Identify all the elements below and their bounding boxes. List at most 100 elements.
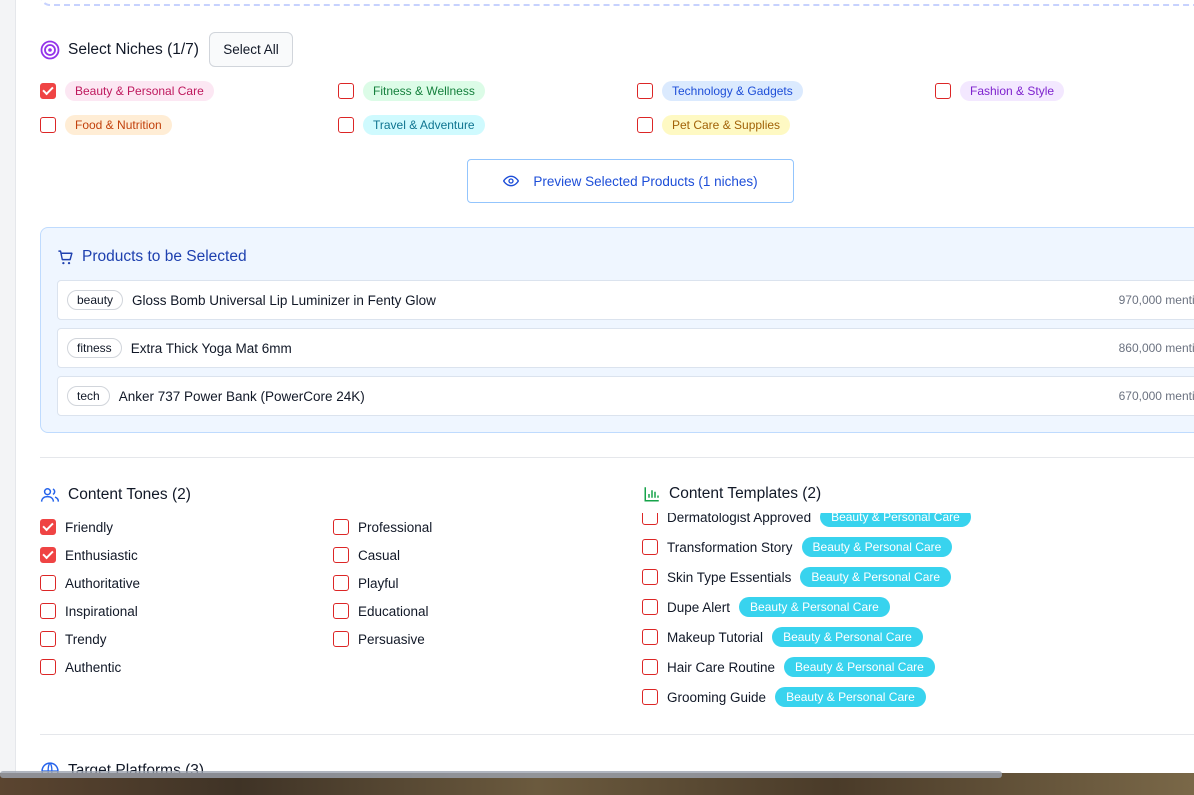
checkbox[interactable] <box>642 569 658 585</box>
tone-label: Persuasive <box>358 631 425 647</box>
template-label: Grooming Guide <box>667 689 767 705</box>
template-niche-badge: Beauty & Personal Care <box>784 657 935 677</box>
preview-products-button[interactable]: Preview Selected Products (1 niches) <box>467 159 794 203</box>
checkbox[interactable] <box>333 519 349 535</box>
template-option[interactable]: Dupe Alert Beauty & Personal Care <box>642 597 890 617</box>
niche-option[interactable]: Travel & Adventure <box>338 115 485 135</box>
niche-option[interactable]: Beauty & Personal Care <box>40 81 214 101</box>
tones-header: Content Tones (2) <box>40 485 191 505</box>
product-tag: beauty <box>67 290 124 310</box>
checkbox[interactable] <box>642 513 658 525</box>
users-icon <box>40 488 60 502</box>
checkbox-checked[interactable] <box>40 83 56 99</box>
tone-label: Casual <box>358 547 401 563</box>
template-label: Skin Type Essentials <box>667 569 792 585</box>
niche-option[interactable]: Fitness & Wellness <box>338 81 485 101</box>
template-niche-badge: Beauty & Personal Care <box>800 567 952 587</box>
checkbox[interactable] <box>40 117 56 133</box>
checkbox[interactable] <box>333 575 349 591</box>
template-option[interactable]: Hair Care Routine Beauty & Personal Care <box>642 657 935 677</box>
checkbox[interactable] <box>333 547 349 563</box>
checkbox[interactable] <box>637 117 653 133</box>
template-niche-badge: Beauty & Personal Care <box>772 627 923 647</box>
template-option[interactable]: Transformation Story Beauty & Personal Ca… <box>642 537 953 557</box>
select-all-button[interactable]: Select All <box>209 32 293 67</box>
tone-option[interactable]: Trendy <box>40 631 107 647</box>
niche-label: Fitness & Wellness <box>363 81 485 101</box>
checkbox[interactable] <box>40 575 56 591</box>
template-niche-badge: Beauty & Personal Care <box>739 597 890 617</box>
template-niche-badge: Beauty & Personal Care <box>775 687 926 707</box>
tone-option[interactable]: Educational <box>333 603 429 619</box>
checkbox[interactable] <box>642 689 658 705</box>
product-row: beauty Gloss Bomb Universal Lip Luminizer… <box>57 280 1194 320</box>
niche-label: Fashion & Style <box>960 81 1065 101</box>
checkbox[interactable] <box>338 117 354 133</box>
tone-option[interactable]: Inspirational <box>40 603 138 619</box>
niche-option[interactable]: Pet Care & Supplies <box>637 115 791 135</box>
checkbox-checked[interactable] <box>40 547 56 563</box>
niche-option[interactable]: Technology & Gadgets <box>637 81 803 101</box>
product-name: Gloss Bomb Universal Lip Luminizer in Fe… <box>132 292 436 308</box>
checkbox[interactable] <box>338 83 354 99</box>
checkbox-checked[interactable] <box>40 519 56 535</box>
cart-icon <box>58 249 73 264</box>
tone-option[interactable]: Friendly <box>40 519 113 535</box>
eye-icon <box>503 175 520 187</box>
template-option[interactable]: Makeup Tutorial Beauty & Personal Care <box>642 627 923 647</box>
tone-option[interactable]: Enthusiastic <box>40 547 138 563</box>
tone-label: Authentic <box>65 659 122 675</box>
checkbox[interactable] <box>333 631 349 647</box>
template-label: Dupe Alert <box>667 599 731 615</box>
tone-option[interactable]: Persuasive <box>333 631 425 647</box>
checkbox[interactable] <box>642 659 658 675</box>
checkbox[interactable] <box>637 83 653 99</box>
template-label: Hair Care Routine <box>667 659 776 675</box>
upload-dropzone-edge <box>40 0 1194 6</box>
products-header: Products to be Selected <box>57 248 247 266</box>
product-name: Extra Thick Yoga Mat 6mm <box>130 340 292 356</box>
templates-title: Content Templates (2) <box>669 485 822 502</box>
product-tag: tech <box>67 386 110 406</box>
tone-label: Professional <box>358 519 433 535</box>
niche-label: Beauty & Personal Care <box>65 81 214 101</box>
products-panel: Products to be Selected beauty Gloss Bomb… <box>40 227 1194 433</box>
checkbox[interactable] <box>40 631 56 647</box>
templates-scroll-area[interactable]: Dermatologist Approved Beauty & Personal … <box>636 513 1194 718</box>
horizontal-scrollbar[interactable] <box>0 771 1002 778</box>
product-row: fitness Extra Thick Yoga Mat 6mm 860,000 m… <box>57 328 1194 368</box>
template-option[interactable]: Dermatologist Approved Beauty & Personal … <box>642 513 971 527</box>
tone-label: Playful <box>358 575 399 591</box>
checkbox[interactable] <box>642 599 658 615</box>
tone-option[interactable]: Professional <box>333 519 432 535</box>
tone-label: Trendy <box>65 631 107 647</box>
tones-title: Content Tones (2) <box>68 486 191 503</box>
tone-option[interactable]: Casual <box>333 547 400 563</box>
product-mentions: 670,000 mentions <box>1118 389 1194 403</box>
tone-option[interactable]: Authentic <box>40 659 121 675</box>
template-label: Transformation Story <box>667 539 793 555</box>
checkbox[interactable] <box>40 603 56 619</box>
checkbox[interactable] <box>642 539 658 555</box>
product-name: Anker 737 Power Bank (PowerCore 24K) <box>118 388 365 404</box>
template-option[interactable]: Skin Type Essentials Beauty & Personal Ca… <box>642 567 952 587</box>
tone-label: Inspirational <box>65 603 138 619</box>
niche-option[interactable]: Food & Nutrition <box>40 115 172 135</box>
checkbox[interactable] <box>935 83 951 99</box>
bar-chart-icon <box>644 487 659 502</box>
tone-option[interactable]: Playful <box>333 575 399 591</box>
product-tag: fitness <box>67 338 122 358</box>
template-option[interactable]: Grooming Guide Beauty & Personal Care <box>642 687 926 707</box>
checkbox[interactable] <box>333 603 349 619</box>
checkbox[interactable] <box>40 659 56 675</box>
niche-option[interactable]: Fashion & Style <box>935 81 1065 101</box>
target-icon <box>40 40 60 60</box>
product-mentions: 970,000 mentions <box>1118 293 1194 307</box>
tone-label: Authoritative <box>65 575 141 591</box>
tone-option[interactable]: Authoritative <box>40 575 140 591</box>
templates-header: Content Templates (2) <box>643 485 821 503</box>
template-niche-badge: Beauty & Personal Care <box>820 513 971 527</box>
niches-title: Select Niches (1/7) <box>68 41 199 58</box>
product-mentions: 860,000 mentions <box>1118 341 1194 355</box>
checkbox[interactable] <box>642 629 658 645</box>
